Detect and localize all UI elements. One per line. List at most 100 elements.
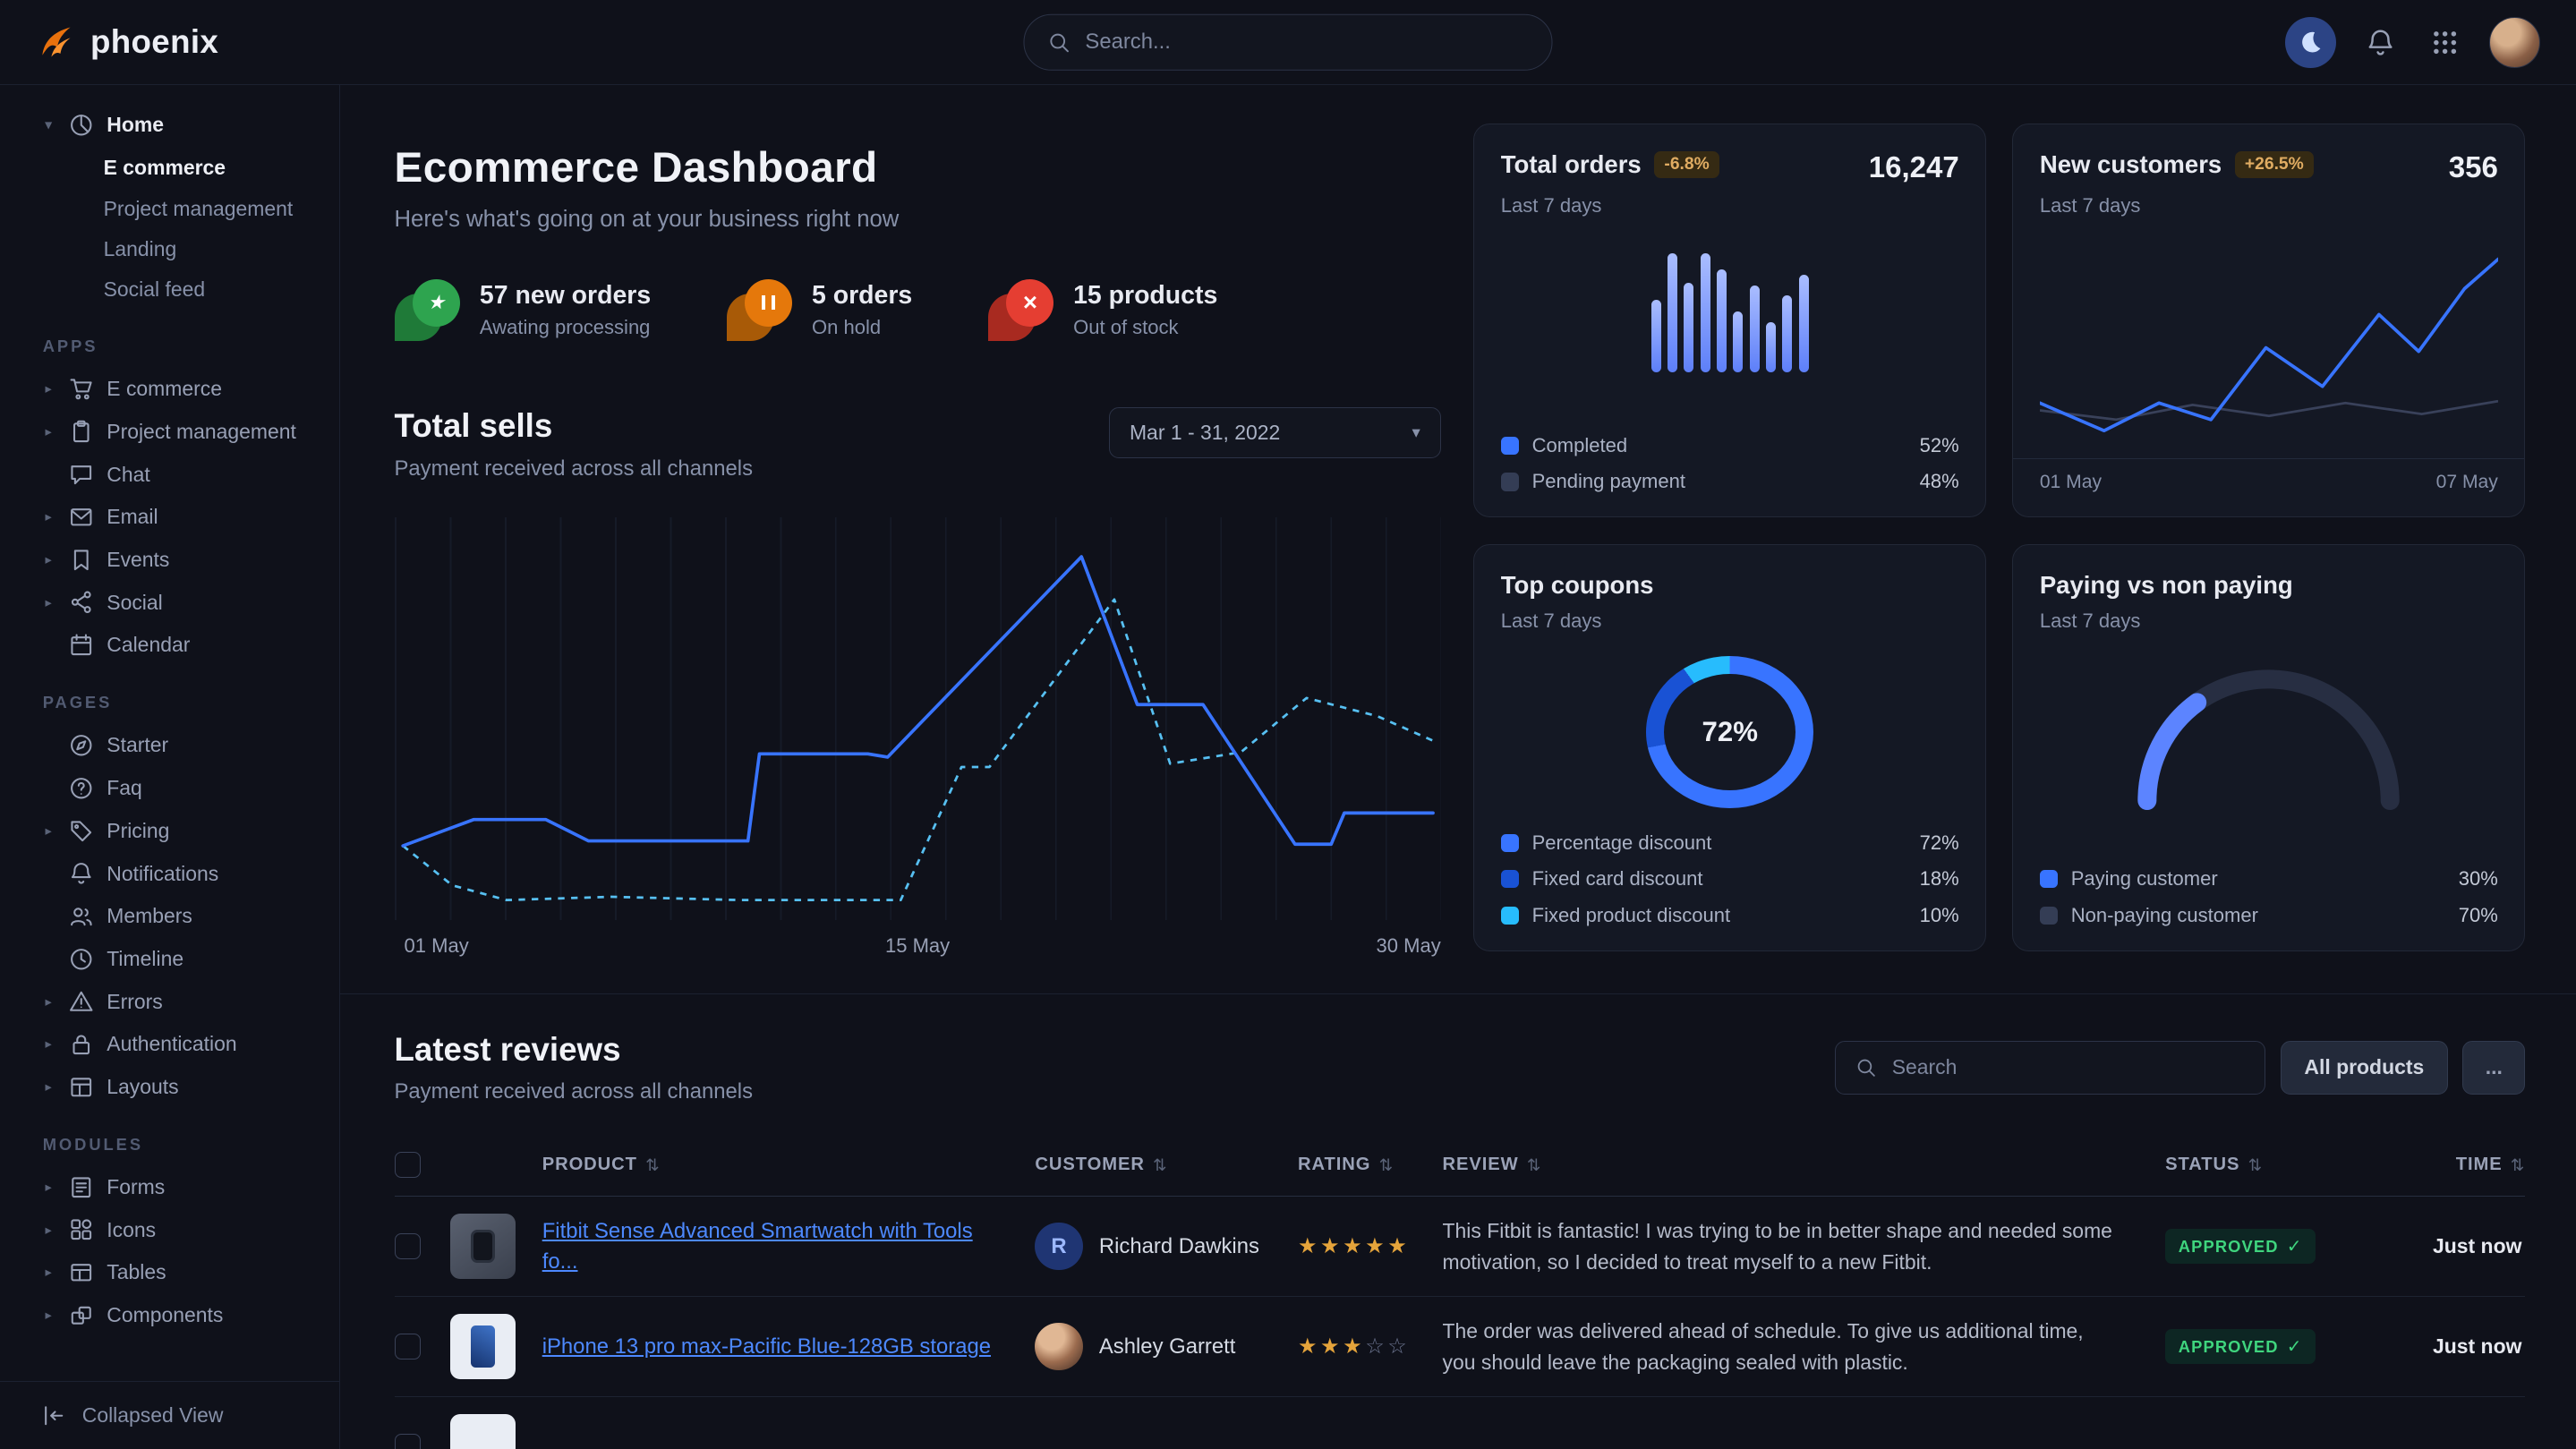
chevron-right-icon: ▸ [41, 823, 56, 839]
collapsed-view-toggle[interactable]: Collapsed View [0, 1381, 339, 1449]
row-checkbox[interactable] [395, 1434, 421, 1449]
sidebar-item-members[interactable]: Members [0, 895, 339, 938]
apps-menu-button[interactable] [2425, 22, 2464, 62]
chevron-down-icon: ▾ [41, 117, 56, 132]
column-header-product[interactable]: PRODUCT⇅ [542, 1155, 1036, 1175]
sidebar-item-errors[interactable]: ▸ Errors [0, 980, 339, 1023]
pie-chart-icon [69, 113, 94, 138]
navbar-actions [2285, 17, 2539, 68]
compass-icon [69, 733, 94, 758]
shapes-icon [69, 1217, 94, 1242]
review-text: The order was delivered ahead of schedul… [1443, 1316, 2166, 1377]
select-all-checkbox[interactable] [395, 1152, 421, 1178]
product-thumbnail[interactable] [450, 1214, 516, 1279]
sidebar-item-label: Members [107, 904, 192, 928]
column-header-time[interactable]: TIME⇅ [2346, 1155, 2525, 1175]
more-options-button[interactable]: ... [2462, 1041, 2525, 1095]
sidebar-item-components[interactable]: ▸ Components [0, 1294, 339, 1337]
chevron-right-icon: ▸ [41, 424, 56, 439]
column-header-customer[interactable]: CUSTOMER⇅ [1035, 1155, 1298, 1175]
legend-value: 48% [1920, 470, 1959, 493]
total-sells-x-axis: 01 May 15 May 30 May [395, 934, 1441, 960]
sidebar-item-starter[interactable]: Starter [0, 724, 339, 767]
new-customers-chart [2040, 241, 2498, 458]
card-value: 356 [2449, 150, 2498, 184]
home-submenu: E commerce Project management Landing So… [0, 148, 339, 310]
product-thumbnail[interactable] [450, 1314, 516, 1379]
review-row[interactable]: Fitbit Sense Advanced Smartwatch with To… [395, 1197, 2526, 1297]
order-stats: ★ 57 new orders Awating processing 5 ord… [395, 279, 1441, 342]
trend-badge: +26.5% [2235, 151, 2314, 177]
global-search-input[interactable] [1085, 30, 1528, 55]
sidebar-item-social[interactable]: ▸ Social [0, 581, 339, 624]
reviews-title: Latest reviews [395, 1031, 754, 1069]
sidebar-item-calendar[interactable]: Calendar [0, 624, 339, 667]
notifications-button[interactable] [2361, 22, 2401, 62]
brand-logo[interactable]: phoenix [36, 22, 218, 62]
column-header-status[interactable]: STATUS⇅ [2165, 1155, 2346, 1175]
product-thumbnail[interactable] [450, 1414, 516, 1449]
row-checkbox[interactable] [395, 1334, 421, 1360]
user-avatar[interactable] [2489, 17, 2540, 68]
chevron-right-icon: ▸ [41, 1036, 56, 1052]
sidebar-item-label: Errors [107, 990, 162, 1014]
sidebar-item-chat[interactable]: Chat [0, 453, 339, 496]
total-sells-chart [395, 517, 1441, 920]
sidebar-subitem-landing[interactable]: Landing [0, 229, 339, 269]
row-checkbox[interactable] [395, 1233, 421, 1259]
all-products-button[interactable]: All products [2281, 1041, 2448, 1095]
legend-label: Pending payment [1532, 470, 1685, 493]
card-period: Last 7 days [1501, 609, 1959, 633]
review-time: Just now [2346, 1334, 2525, 1359]
smartwatch-image [471, 1230, 496, 1263]
legend-swatch-pending [1501, 473, 1519, 490]
sidebar-item-ecommerce-app[interactable]: ▸ E commerce [0, 368, 339, 411]
sidebar-item-authentication[interactable]: ▸ Authentication [0, 1023, 339, 1066]
sort-icon: ⇅ [2511, 1155, 2525, 1175]
sidebar-item-label: Social [107, 591, 162, 615]
sidebar-item-home[interactable]: ▾ Home [0, 102, 339, 148]
kpi-cards: Total orders -6.8% 16,247 Last 7 days Co… [1473, 124, 2525, 961]
product-link[interactable]: iPhone 13 pro max-Pacific Blue-128GB sto… [542, 1334, 1024, 1359]
sidebar-item-events[interactable]: ▸ Events [0, 539, 339, 582]
column-header-rating[interactable]: RATING⇅ [1298, 1155, 1443, 1175]
sidebar-item-notifications[interactable]: Notifications [0, 852, 339, 895]
previous-period-line [403, 600, 1433, 900]
legend-value: 10% [1920, 904, 1959, 927]
stat-out-of-stock: × 15 products Out of stock [988, 279, 1218, 342]
sidebar-subitem-ecommerce[interactable]: E commerce [0, 148, 339, 188]
sidebar-item-forms[interactable]: ▸ Forms [0, 1166, 339, 1209]
card-title: New customers [2040, 150, 2222, 179]
x-tick: 07 May [2436, 472, 2498, 493]
sidebar-item-email[interactable]: ▸ Email [0, 496, 339, 539]
layout-icon [69, 1075, 94, 1100]
review-row[interactable]: iPhone 13 pro max-Pacific Blue-128GB sto… [395, 1297, 2526, 1397]
legend-value: 30% [2459, 867, 2498, 891]
sidebar-item-faq[interactable]: Faq [0, 767, 339, 810]
tag-icon [69, 819, 94, 844]
reviews-search-input[interactable] [1892, 1055, 2245, 1079]
sidebar-item-tables[interactable]: ▸ Tables [0, 1251, 339, 1294]
rating-stars: ★★★☆☆ [1298, 1334, 1443, 1360]
sidebar-item-pricing[interactable]: ▸ Pricing [0, 809, 339, 852]
warning-icon [69, 989, 94, 1014]
sidebar-item-icons[interactable]: ▸ Icons [0, 1208, 339, 1251]
card-title: Total orders [1501, 150, 1642, 179]
sort-icon: ⇅ [1153, 1155, 1167, 1175]
date-range-select[interactable]: Mar 1 - 31, 2022 ▾ [1109, 407, 1441, 458]
reviews-search[interactable] [1835, 1041, 2265, 1095]
orders-bar-chart [1501, 241, 1959, 372]
sidebar-subitem-social-feed[interactable]: Social feed [0, 269, 339, 310]
total-sells-header: Total sells Payment received across all … [395, 407, 1441, 482]
sidebar-item-timeline[interactable]: Timeline [0, 938, 339, 981]
review-row-partial[interactable] [395, 1397, 2526, 1449]
sidebar-item-project-management-app[interactable]: ▸ Project management [0, 410, 339, 453]
product-link[interactable]: Fitbit Sense Advanced Smartwatch with To… [542, 1219, 973, 1273]
stat-value: 57 new orders [480, 281, 651, 311]
theme-toggle-button[interactable] [2285, 17, 2336, 68]
column-header-review[interactable]: REVIEW⇅ [1443, 1155, 2166, 1175]
sidebar-item-layouts[interactable]: ▸ Layouts [0, 1066, 339, 1109]
sidebar-subitem-project-management[interactable]: Project management [0, 189, 339, 229]
global-search[interactable] [1024, 14, 1553, 70]
phoenix-dashboard: phoenix ▾ Home E commerce Pro [0, 0, 2576, 1449]
